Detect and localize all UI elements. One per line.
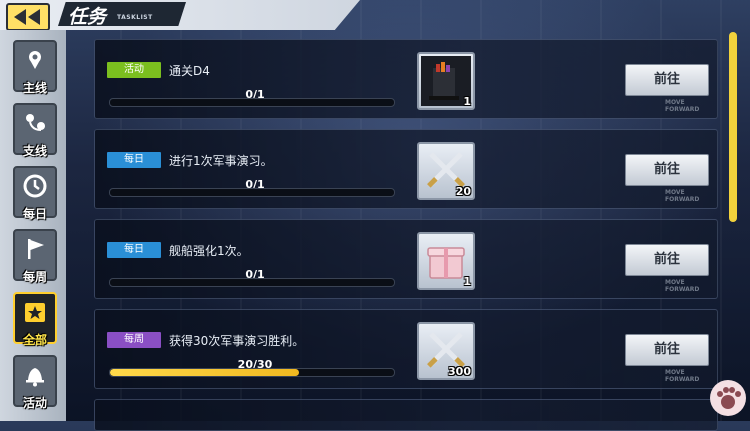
go-button-subtext: MOVE FORWARD: [665, 279, 700, 293]
page-subtitle: TASKLIST: [117, 14, 153, 21]
task-card: 每日 进行1次军事演习。 0/1 20 前往 MOVE FORWARD: [94, 129, 718, 209]
go-button-subtext: MOVE FORWARD: [665, 99, 700, 113]
task-progress-bar: [109, 278, 395, 287]
sidebar-item-main[interactable]: 主线: [13, 40, 57, 95]
task-progress-bar: [109, 368, 395, 377]
sidebar-item-daily[interactable]: 每日: [13, 166, 57, 221]
task-card-partial: [94, 399, 718, 431]
sidebar-item-label: 支线: [22, 144, 47, 158]
go-button[interactable]: 前往: [625, 64, 709, 96]
task-progress-bar: [109, 188, 395, 197]
task-name: 通关D4: [169, 64, 210, 78]
go-button[interactable]: 前往: [625, 154, 709, 186]
route-pins-icon: [26, 114, 45, 131]
task-name: 进行1次军事演习。: [169, 154, 273, 168]
task-card: 每日 舰船强化1次。 0/1 1 前往 MOVE FORWARD: [94, 219, 718, 299]
go-button-subtext: MOVE FORWARD: [665, 189, 700, 203]
task-category-badge: 活动: [107, 62, 161, 78]
sidebar-item-label: 每日: [22, 207, 47, 221]
star-calendar-icon: [25, 303, 45, 322]
reward-item[interactable]: 20: [417, 142, 475, 200]
sidebar: 主线 支线 每日 每周 全部 活动: [0, 30, 66, 421]
task-category-badge: 每周: [107, 332, 161, 348]
back-button[interactable]: [6, 3, 50, 31]
double-chevron-left-icon: [14, 9, 40, 25]
reward-item[interactable]: 1: [417, 232, 475, 290]
sidebar-item-event[interactable]: 活动: [13, 355, 57, 410]
sidebar-item-label: 每周: [22, 270, 47, 284]
sidebar-item-side[interactable]: 支线: [13, 103, 57, 158]
sidebar-item-label: 全部: [22, 333, 47, 347]
sidebar-item-all[interactable]: 全部: [13, 292, 57, 347]
task-category-badge: 每日: [107, 242, 161, 258]
reward-count: 1: [463, 275, 471, 288]
go-button[interactable]: 前往: [625, 244, 709, 276]
reward-count: 1: [463, 95, 471, 108]
page-title: 任务: [68, 6, 107, 28]
sidebar-item-label: 主线: [22, 81, 47, 95]
reward-item[interactable]: 1: [417, 52, 475, 110]
paw-icon: [717, 387, 741, 409]
task-card: 活动 通关D4 0/1 1 前往 MOVE FORWARD: [94, 39, 718, 119]
map-pin-icon: [29, 51, 41, 69]
reward-item[interactable]: 300: [417, 322, 475, 380]
task-category-badge: 每日: [107, 152, 161, 168]
bell-icon: [26, 368, 44, 387]
task-progress-bar: [109, 98, 395, 107]
flag-icon: [28, 239, 44, 259]
reward-count: 300: [448, 365, 471, 378]
sidebar-item-weekly[interactable]: 每周: [13, 229, 57, 284]
reward-count: 20: [455, 185, 471, 198]
clock-icon: [23, 174, 47, 198]
sidebar-item-label: 活动: [22, 396, 47, 410]
task-name: 获得30次军事演习胜利。: [169, 334, 305, 348]
paw-shortcut-button[interactable]: [710, 380, 746, 416]
task-card: 每周 获得30次军事演习胜利。 20/30 300 前往 MOVE FORWAR…: [94, 309, 718, 389]
go-button[interactable]: 前往: [625, 334, 709, 366]
scrollbar[interactable]: [729, 32, 737, 222]
task-name: 舰船强化1次。: [169, 244, 249, 258]
task-progress-fill: [110, 369, 300, 376]
